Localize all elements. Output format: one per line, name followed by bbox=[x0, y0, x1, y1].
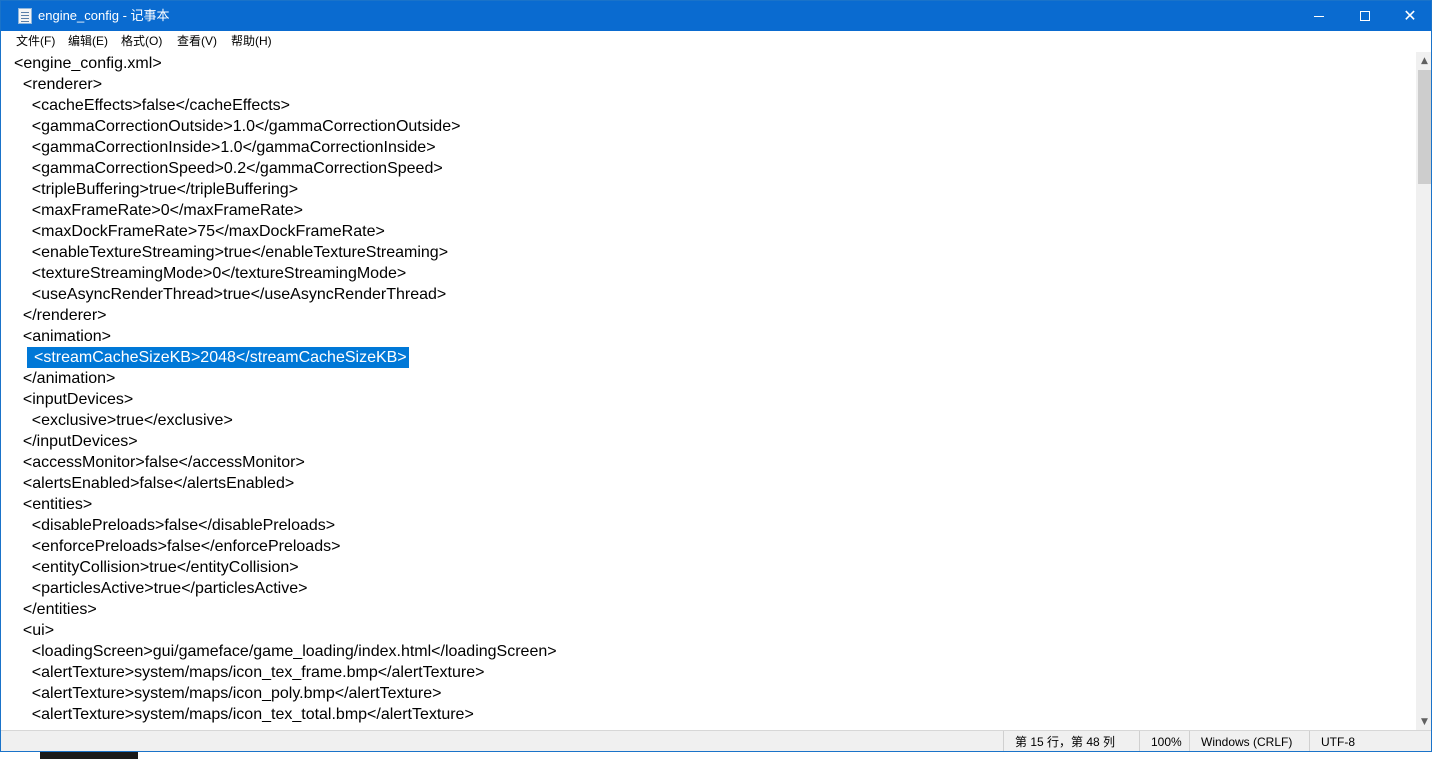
notepad-icon[interactable] bbox=[18, 8, 32, 24]
maximize-icon bbox=[1360, 11, 1370, 21]
title-bar[interactable]: engine_config - 记事本 ✕ bbox=[1, 1, 1431, 31]
menu-edit[interactable]: 编辑(E) bbox=[68, 34, 108, 48]
menu-format[interactable]: 格式(O) bbox=[121, 34, 162, 48]
text-line[interactable]: <alertsEnabled>false</alertsEnabled> bbox=[14, 473, 294, 494]
text-line[interactable]: <gammaCorrectionSpeed>0.2</gammaCorrecti… bbox=[14, 158, 443, 179]
text-line[interactable]: </animation> bbox=[14, 368, 116, 389]
scroll-down-icon[interactable]: ▼ bbox=[1416, 713, 1431, 730]
text-line[interactable]: </inputDevices> bbox=[14, 431, 138, 452]
text-line[interactable]: <accessMonitor>false</accessMonitor> bbox=[14, 452, 305, 473]
menu-bar: 文件(F) 编辑(E) 格式(O) 查看(V) 帮助(H) bbox=[1, 31, 1431, 51]
text-line[interactable]: <alertTexture>system/maps/icon_tex_total… bbox=[14, 704, 474, 725]
text-line[interactable]: <gammaCorrectionOutside>1.0</gammaCorrec… bbox=[14, 116, 461, 137]
minimize-button[interactable] bbox=[1296, 1, 1342, 31]
notepad-window: engine_config - 记事本 ✕ 文件(F) 编辑(E) 格式(O) … bbox=[0, 0, 1432, 752]
text-line[interactable]: <enableTextureStreaming>true</enableText… bbox=[14, 242, 448, 263]
text-line[interactable]: <alertTexture>system/maps/icon_tex_frame… bbox=[14, 662, 485, 683]
scroll-thumb[interactable] bbox=[1418, 70, 1431, 184]
desktop-background bbox=[1432, 0, 1440, 759]
vertical-scrollbar[interactable]: ▲ ▼ bbox=[1416, 52, 1431, 730]
text-line[interactable]: <entities> bbox=[14, 494, 92, 515]
text-line[interactable]: <particlesActive>true</particlesActive> bbox=[14, 578, 308, 599]
text-line[interactable]: <useAsyncRenderThread>true</useAsyncRend… bbox=[14, 284, 446, 305]
text-line[interactable]: </entities> bbox=[14, 599, 97, 620]
text-line[interactable]: <enforcePreloads>false</enforcePreloads> bbox=[14, 536, 341, 557]
text-line[interactable]: <alertTexture>system/maps/icon_poly.bmp<… bbox=[14, 683, 442, 704]
encoding: UTF-8 bbox=[1309, 731, 1429, 751]
text-line[interactable]: <inputDevices> bbox=[14, 389, 133, 410]
text-line[interactable]: <tripleBuffering>true</tripleBuffering> bbox=[14, 179, 298, 200]
close-button[interactable]: ✕ bbox=[1387, 1, 1431, 31]
scroll-up-icon[interactable]: ▲ bbox=[1416, 52, 1431, 69]
close-icon: ✕ bbox=[1403, 6, 1417, 25]
menu-view[interactable]: 查看(V) bbox=[177, 34, 217, 48]
text-line[interactable]: <cacheEffects>false</cacheEffects> bbox=[14, 95, 290, 116]
text-line[interactable]: <exclusive>true</exclusive> bbox=[14, 410, 233, 431]
line-ending: Windows (CRLF) bbox=[1189, 731, 1309, 751]
text-line[interactable]: <gammaCorrectionInside>1.0</gammaCorrect… bbox=[14, 137, 436, 158]
text-line[interactable]: <entityCollision>true</entityCollision> bbox=[14, 557, 299, 578]
window-title: engine_config - 记事本 bbox=[38, 8, 170, 23]
selected-text-line[interactable]: <streamCacheSizeKB>2048</streamCacheSize… bbox=[27, 347, 409, 368]
text-line[interactable]: <textureStreamingMode>0</textureStreamin… bbox=[14, 263, 406, 284]
text-line[interactable]: <engine_config.xml> bbox=[14, 53, 162, 74]
status-bar: 第 15 行，第 48 列 100% Windows (CRLF) UTF-8 bbox=[1, 730, 1431, 751]
taskbar-fragment bbox=[40, 751, 138, 759]
zoom-level: 100% bbox=[1139, 731, 1189, 751]
text-line[interactable]: <animation> bbox=[14, 326, 111, 347]
desktop-strip bbox=[0, 751, 1440, 759]
menu-help[interactable]: 帮助(H) bbox=[231, 34, 272, 48]
text-line[interactable]: <ui> bbox=[14, 620, 54, 641]
text-line[interactable]: <renderer> bbox=[14, 74, 102, 95]
text-line[interactable]: </renderer> bbox=[14, 305, 107, 326]
text-line[interactable]: <maxFrameRate>0</maxFrameRate> bbox=[14, 200, 303, 221]
minimize-icon bbox=[1314, 15, 1324, 17]
menu-file[interactable]: 文件(F) bbox=[16, 34, 55, 48]
text-editor[interactable]: <engine_config.xml> <renderer> <cacheEff… bbox=[1, 52, 1416, 730]
maximize-button[interactable] bbox=[1342, 1, 1388, 31]
text-line[interactable]: <maxDockFrameRate>75</maxDockFrameRate> bbox=[14, 221, 385, 242]
text-line[interactable]: <disablePreloads>false</disablePreloads> bbox=[14, 515, 335, 536]
cursor-position: 第 15 行，第 48 列 bbox=[1003, 731, 1143, 751]
text-line[interactable]: <loadingScreen>gui/gameface/game_loading… bbox=[14, 641, 557, 662]
